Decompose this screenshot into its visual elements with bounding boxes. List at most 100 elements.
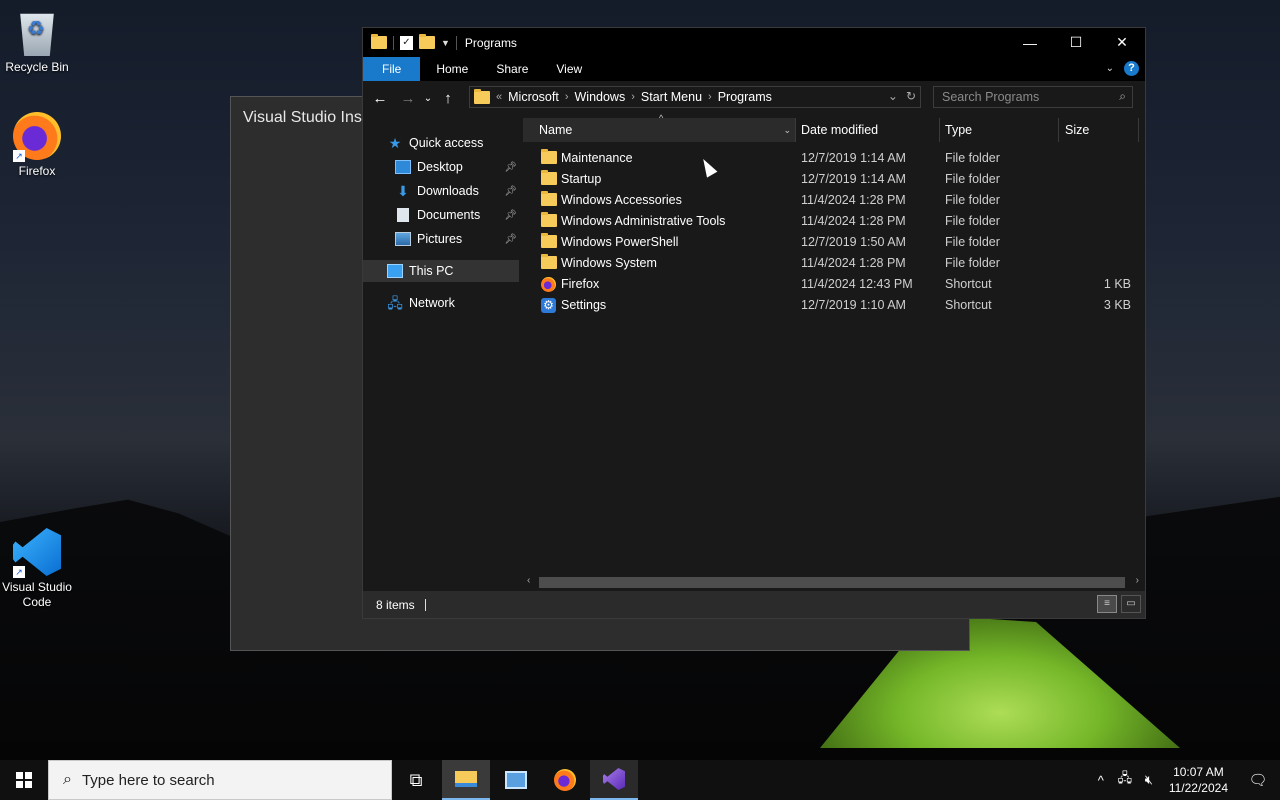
status-bar: 8 items ≡ ▭ — [363, 591, 1145, 618]
taskbar-visual-studio-installer[interactable] — [590, 760, 638, 800]
system-tray: ^ 🖧︎ 🔇︎ 10:07 AM 11/22/2024 🗨︎ — [1089, 760, 1280, 800]
breadcrumb-windows[interactable]: Windows — [575, 90, 626, 104]
scroll-right-icon[interactable]: › — [1136, 575, 1139, 586]
sort-ascending-icon: ^ — [659, 113, 664, 123]
nav-this-pc[interactable]: This PC — [363, 260, 519, 282]
table-row[interactable]: Firefox 11/4/2024 12:43 PM Shortcut 1 KB — [523, 273, 1137, 294]
download-icon: ⬇ — [397, 183, 409, 199]
overflow-icon[interactable]: « — [496, 91, 502, 103]
file-size: 1 KB — [1103, 276, 1131, 291]
column-header-size[interactable]: Size — [1065, 118, 1089, 142]
chevron-down-icon[interactable]: ⌄ — [783, 125, 791, 136]
chevron-right-icon[interactable]: › — [708, 91, 712, 103]
file-date: 11/4/2024 12:43 PM — [801, 276, 913, 291]
table-row[interactable]: Windows PowerShell 12/7/2019 1:50 AM Fil… — [523, 231, 1137, 252]
clock[interactable]: 10:07 AM 11/22/2024 — [1161, 764, 1236, 796]
refresh-icon[interactable]: ↻ — [906, 89, 916, 103]
maximize-button[interactable]: ☐ — [1053, 28, 1099, 57]
divider[interactable] — [939, 118, 940, 142]
chevron-right-icon[interactable]: › — [631, 91, 635, 103]
file-name: Windows Administrative Tools — [561, 213, 726, 228]
task-view-button[interactable]: ⧉ — [392, 760, 440, 800]
breadcrumb-programs[interactable]: Programs — [718, 90, 772, 104]
file-type: File folder — [945, 213, 1000, 228]
file-explorer-icon — [455, 771, 477, 787]
notifications-icon[interactable]: 🗨︎ — [1236, 771, 1280, 789]
table-row[interactable]: Windows System 11/4/2024 1:28 PM File fo… — [523, 252, 1137, 273]
file-explorer-window[interactable]: ✓ ▼ Programs — ☐ ✕ File Home Share View … — [362, 27, 1146, 619]
table-row[interactable]: Windows Accessories 11/4/2024 1:28 PM Fi… — [523, 189, 1137, 210]
divider[interactable] — [1058, 118, 1059, 142]
table-row[interactable]: ⚙ Settings 12/7/2019 1:10 AM Shortcut 3 … — [523, 294, 1137, 315]
nav-label: Documents — [417, 208, 481, 222]
search-box[interactable]: Search Programs ⌕ — [933, 86, 1133, 108]
column-header-name[interactable]: ^ Name ⌄ — [523, 113, 795, 142]
clock-time: 10:07 AM — [1173, 765, 1224, 779]
nav-network[interactable]: 🖧︎ Network — [387, 292, 515, 314]
address-history-icon[interactable]: ⌄ — [888, 89, 898, 103]
new-folder-icon[interactable] — [419, 34, 435, 49]
divider[interactable] — [795, 118, 796, 142]
windows-logo-icon — [16, 772, 32, 788]
network-icon[interactable]: 🖧︎ — [1113, 769, 1137, 791]
firefox-icon — [541, 277, 556, 292]
desktop-icon — [395, 160, 411, 174]
minimize-button[interactable]: — — [1007, 28, 1053, 57]
start-button[interactable] — [0, 760, 48, 800]
pictures-icon — [395, 232, 411, 246]
desktop-icon-firefox[interactable]: ↗ Firefox — [0, 112, 74, 179]
details-view-icon[interactable]: ≡ — [1097, 595, 1117, 613]
address-bar[interactable]: « Microsoft › Windows › Start Menu › Pro… — [469, 86, 921, 108]
desktop-icon-vscode[interactable]: ↗ Visual Studio Code — [0, 528, 74, 610]
volume-muted-icon[interactable]: 🔇︎ — [1137, 772, 1161, 788]
tab-file[interactable]: File — [363, 57, 421, 81]
divider[interactable] — [1138, 118, 1139, 142]
chevron-right-icon[interactable]: › — [565, 91, 569, 103]
help-icon[interactable]: ? — [1124, 61, 1139, 76]
horizontal-scrollbar[interactable]: ‹ › — [523, 574, 1145, 591]
file-size: 3 KB — [1103, 297, 1131, 312]
nav-quick-access[interactable]: ★ Quick access — [387, 132, 515, 154]
nav-pictures[interactable]: Pictures 📌︎ — [395, 228, 517, 250]
content-area: ★ Quick access Desktop 📌︎ ⬇ Downloads 📌︎… — [363, 113, 1145, 591]
expand-ribbon-icon[interactable]: ⌄ — [1106, 63, 1114, 74]
breadcrumb-microsoft[interactable]: Microsoft — [508, 90, 559, 104]
tab-home[interactable]: Home — [422, 57, 482, 81]
desktop-icon-recycle-bin[interactable]: Recycle Bin — [0, 8, 74, 75]
nav-downloads[interactable]: ⬇ Downloads 📌︎ — [395, 180, 517, 202]
taskbar-file-explorer[interactable] — [442, 760, 490, 800]
close-button[interactable]: ✕ — [1099, 28, 1145, 57]
file-date: 12/7/2019 1:14 AM — [801, 150, 906, 165]
taskbar-firefox[interactable] — [541, 760, 589, 800]
divider — [455, 35, 457, 50]
customize-toolbar-icon[interactable]: ▼ — [441, 38, 450, 48]
back-arrow-icon[interactable]: ← — [369, 90, 391, 107]
column-header-date[interactable]: Date modified — [801, 118, 878, 142]
scroll-left-icon[interactable]: ‹ — [527, 575, 530, 586]
nav-desktop[interactable]: Desktop 📌︎ — [395, 156, 517, 178]
column-header-type[interactable]: Type — [945, 118, 972, 142]
scrollbar-thumb[interactable] — [539, 577, 1125, 588]
recent-locations-icon[interactable]: ⌄ — [421, 93, 435, 104]
window-controls: — ☐ ✕ — [1007, 28, 1145, 57]
breadcrumb-start-menu[interactable]: Start Menu — [641, 90, 702, 104]
taskbar-control-panel[interactable] — [492, 760, 540, 800]
forward-arrow-icon[interactable]: → — [397, 90, 419, 107]
star-icon: ★ — [388, 134, 402, 151]
table-row[interactable]: Startup 12/7/2019 1:14 AM File folder — [523, 168, 1137, 189]
tab-share[interactable]: Share — [482, 57, 542, 81]
table-row[interactable]: Maintenance 12/7/2019 1:14 AM File folde… — [523, 147, 1137, 168]
chevron-up-icon[interactable]: ^ — [1089, 773, 1113, 788]
properties-icon[interactable]: ✓ — [400, 35, 413, 50]
nav-label: Pictures — [417, 232, 463, 246]
table-row[interactable]: Windows Administrative Tools 11/4/2024 1… — [523, 210, 1137, 231]
file-date: 11/4/2024 1:28 PM — [801, 192, 906, 207]
up-arrow-icon[interactable]: ↑ — [437, 90, 459, 107]
visual-studio-installer-icon — [603, 768, 625, 790]
large-icons-view-icon[interactable]: ▭ — [1121, 595, 1141, 613]
taskbar-search[interactable]: ⌕ Type here to search — [48, 760, 392, 800]
file-name: Startup — [561, 171, 602, 186]
title-bar[interactable]: ✓ ▼ Programs — ☐ ✕ — [363, 28, 1145, 57]
nav-documents[interactable]: Documents 📌︎ — [395, 204, 517, 226]
tab-view[interactable]: View — [542, 57, 596, 81]
